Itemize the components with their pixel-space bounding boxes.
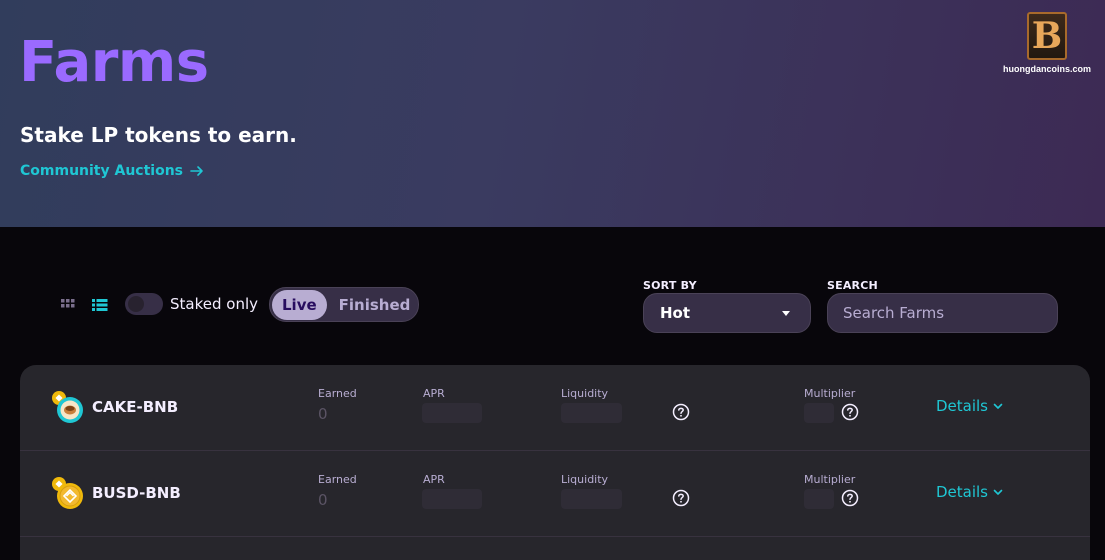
page-title: Farms (19, 30, 209, 95)
help-icon[interactable] (841, 489, 859, 507)
chevron-down-icon (993, 489, 1003, 495)
logo-letter: B (1027, 12, 1067, 60)
earned-value: 0 (318, 405, 328, 423)
search-label: SEARCH (827, 279, 878, 292)
toggle-knob (128, 296, 144, 312)
community-auctions-link[interactable]: Community Auctions (20, 160, 205, 182)
page-subtitle: Stake LP tokens to earn. (20, 123, 297, 147)
help-icon[interactable] (672, 403, 690, 421)
details-button[interactable]: Details (936, 483, 1004, 501)
earned-label: Earned (318, 473, 357, 486)
farm-controls: Staked only Live Finished SORT BY Hot SE… (0, 270, 1105, 340)
liquidity-skeleton (561, 489, 622, 509)
table-row[interactable]: CAKE-BNB Earned 0 APR Liquidity Multipli… (20, 365, 1090, 451)
multiplier-skeleton (804, 489, 834, 509)
watermark-logo: B huongdancoins.com (1000, 12, 1094, 82)
liquidity-label: Liquidity (561, 473, 609, 486)
grid-view-icon[interactable] (61, 298, 75, 312)
liquidity-skeleton (561, 403, 622, 423)
farm-name: CAKE-BNB (92, 398, 179, 416)
apr-label: APR (423, 387, 445, 400)
multiplier-skeleton (804, 403, 834, 423)
list-view-icon[interactable] (92, 298, 108, 312)
earned-value: 0 (318, 491, 328, 509)
details-label: Details (936, 483, 989, 501)
earned-label: Earned (318, 387, 357, 400)
staked-only-label: Staked only (170, 295, 258, 313)
farm-name: BUSD-BNB (92, 484, 181, 502)
live-finished-tabs: Live Finished (269, 287, 419, 322)
chevron-down-icon (993, 403, 1003, 409)
sort-by-label: SORT BY (643, 279, 697, 292)
multiplier-label: Multiplier (804, 473, 856, 486)
apr-skeleton (422, 489, 482, 509)
community-auctions-label: Community Auctions (20, 163, 184, 179)
multiplier-label: Multiplier (804, 387, 856, 400)
cake-bnb-pair-icon (52, 391, 83, 423)
help-icon[interactable] (841, 403, 859, 421)
details-label: Details (936, 397, 989, 415)
arrow-right-icon (190, 166, 203, 176)
details-button[interactable]: Details (936, 397, 1004, 415)
watermark-site: huongdancoins.com (1002, 64, 1091, 74)
apr-label: APR (423, 473, 445, 486)
hero-banner: Farms Stake LP tokens to earn. Community… (0, 0, 1105, 227)
apr-skeleton (422, 403, 482, 423)
farm-table: CAKE-BNB Earned 0 APR Liquidity Multipli… (20, 365, 1090, 560)
help-icon[interactable] (672, 489, 690, 507)
staked-only-toggle[interactable] (125, 293, 163, 315)
tab-live[interactable]: Live (272, 289, 327, 320)
caret-down-icon (782, 311, 790, 316)
search-input[interactable] (827, 293, 1058, 333)
sort-select[interactable]: Hot (643, 293, 811, 333)
sort-selected-value: Hot (660, 304, 691, 322)
liquidity-label: Liquidity (561, 387, 609, 400)
busd-bnb-pair-icon (52, 477, 83, 509)
table-row[interactable]: BUSD-BNB Earned 0 APR Liquidity Multipli… (20, 451, 1090, 537)
tab-finished[interactable]: Finished (329, 290, 421, 320)
